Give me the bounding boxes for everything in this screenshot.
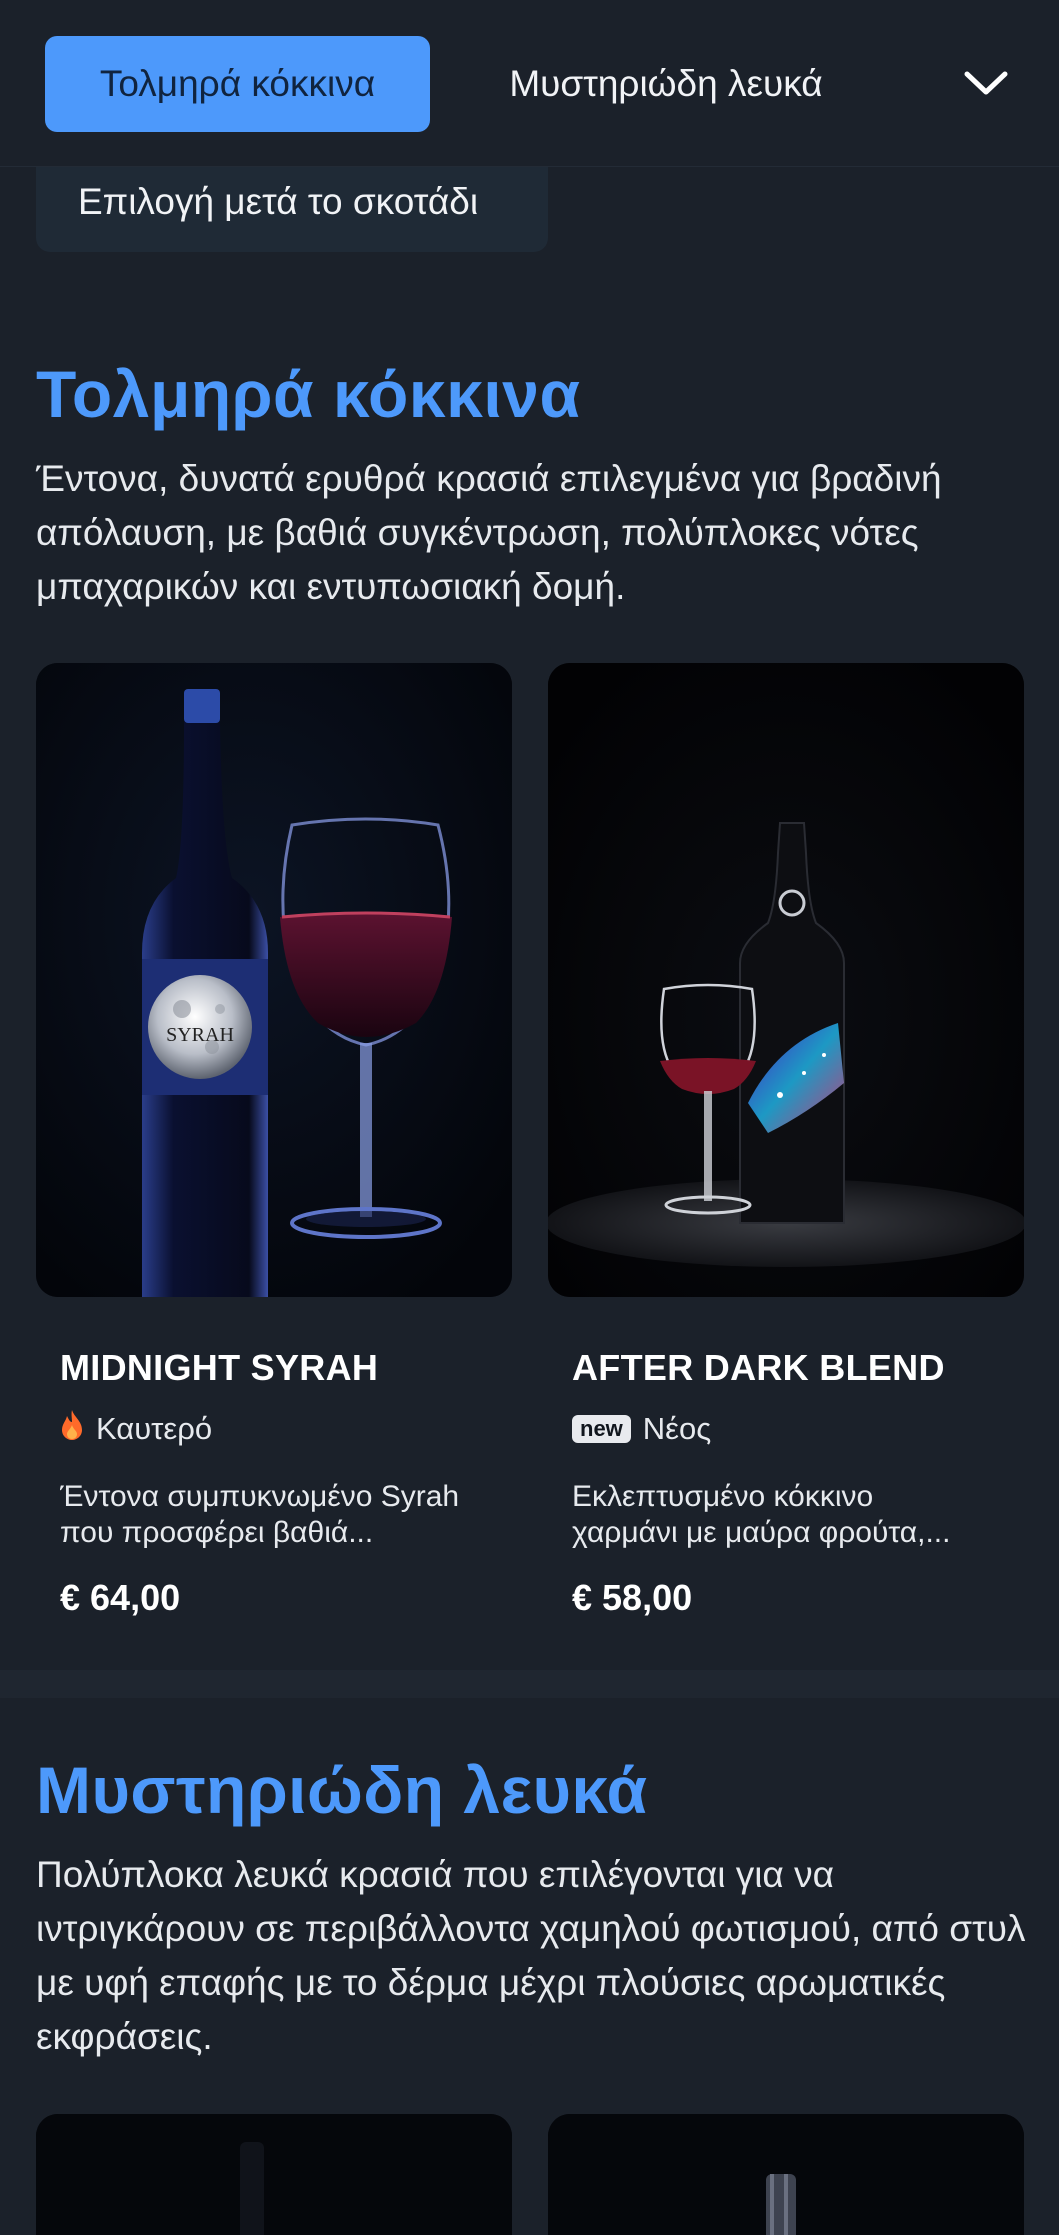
tab-bold-reds[interactable]: Τολμηρά κόκκινα [45,36,430,132]
product-price: € 64,00 [60,1577,181,1618]
page: Τολμηρά κόκκινα Μυστηριώδη λευκά Επιλογή… [0,0,1059,2235]
new-badge: new [572,1415,631,1443]
section-description: Πολύπλοκα λευκά κρασιά που επιλέγονται γ… [36,1854,1026,2057]
product-description: Εκλεπτυσμένο κόκκινο χαρμάνι με μαύρα φρ… [572,1479,1012,1551]
section-description: Έντονα, δυνατά ερυθρά κρασιά επιλεγμένα … [36,458,942,607]
section-divider [0,1670,1059,1698]
description-line: χαρμάνι με μαύρα φρούτα,... [572,1516,951,1549]
product-price: € 58,00 [572,1577,693,1618]
chevron-down-icon[interactable] [958,58,1014,108]
category-nav: Τολμηρά κόκκινα Μυστηριώδη λευκά [0,0,1059,167]
description-line: Εκλεπτυσμένο κόκκινο [572,1480,874,1513]
description-line: Έντονα συμπυκνωμένο Syrah [60,1480,460,1513]
bottle-label-text: SYRAH [166,1024,234,1046]
product-image[interactable] [548,2114,1024,2235]
product-description: Έντονα συμπυκνωμένο Syrah που προσφέρει … [60,1479,500,1551]
product-image[interactable] [36,2114,512,2235]
section-title: Τολμηρά κόκκινα [36,357,581,431]
product-card[interactable]: AFTER DARK BLEND new Νέος Εκλεπτυσμένο κ… [548,663,1024,1653]
badge-label: Καυτερό [96,1411,213,1446]
tab-after-dark-selection[interactable]: Επιλογή μετά το σκοτάδι [36,152,548,252]
product-card[interactable]: SYRAH MIDNIGHT SYRAH Καυτερό Έντονα συμπ [36,663,512,1653]
badge-label: Νέος [642,1411,712,1446]
flame-icon [60,1409,84,1449]
product-image[interactable] [548,663,1024,1297]
product-badge: Καυτερό [60,1409,212,1449]
product-name[interactable]: MIDNIGHT SYRAH [60,1347,378,1389]
product-image[interactable]: SYRAH [36,663,512,1297]
product-badge: new Νέος [572,1409,711,1449]
product-name[interactable]: AFTER DARK BLEND [572,1347,945,1389]
section-title: Μυστηριώδη λευκά [36,1753,648,1827]
description-line: που προσφέρει βαθιά... [60,1516,374,1549]
tab-mysterious-whites[interactable]: Μυστηριώδη λευκά [466,36,866,132]
